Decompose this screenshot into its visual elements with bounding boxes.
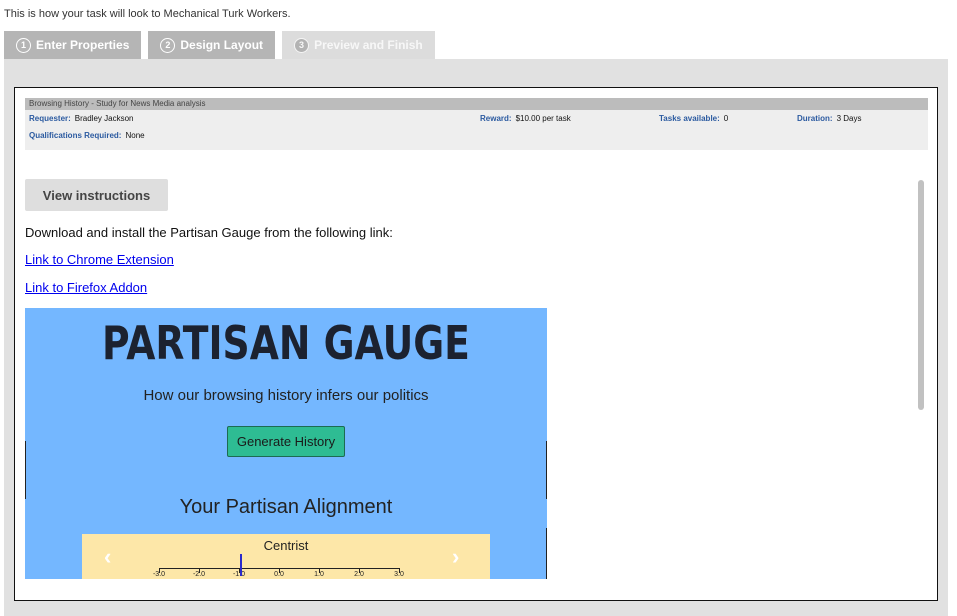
hit-content: View instructions Download and install t… (25, 179, 918, 579)
step-number-3: 3 (294, 37, 310, 53)
tasks-label: Tasks available: (659, 114, 720, 123)
hit-meta: Requester: Bradley Jackson Reward: $10.00 … (25, 110, 928, 150)
duration: Duration: 3 Days (797, 114, 861, 123)
step-label: Preview and Finish (314, 38, 423, 52)
step-number-1: 1 (16, 37, 31, 53)
partisan-gauge-image: PARTISAN GAUGE How our browsing history … (25, 308, 547, 579)
scrollbar-thumb[interactable] (918, 180, 924, 410)
chevron-left-icon: ‹ (104, 544, 112, 569)
gauge-tick-label: -2.0 (192, 571, 206, 578)
download-text: Download and install the Partisan Gauge … (25, 225, 393, 240)
gauge-label: Centrist (263, 538, 309, 553)
hit-preview-frame: Browsing History - Study for News Media … (14, 87, 938, 601)
generate-history-button: Generate History (227, 426, 345, 457)
alignment-title: Your Partisan Alignment (179, 496, 393, 518)
hit-title: Browsing History - Study for News Media … (25, 98, 928, 110)
step-preview-and-finish[interactable]: 3 Preview and Finish (282, 31, 435, 59)
view-instructions-button[interactable]: View instructions (25, 179, 168, 211)
requester-label: Requester: (29, 114, 71, 123)
gauge-tick-label: 3.0 (394, 571, 404, 578)
gauge-tick-label: -1.0 (232, 571, 246, 578)
quals-value: None (125, 131, 145, 140)
reward-value: $10.00 per task (515, 114, 571, 123)
reward: Reward: $10.00 per task (480, 114, 571, 123)
preview-stage: Browsing History - Study for News Media … (4, 59, 948, 616)
gauge-tick-label: -3.0 (152, 571, 166, 578)
chrome-extension-link[interactable]: Link to Chrome Extension (25, 252, 174, 267)
gauge-marker (240, 554, 242, 576)
step-number-2: 2 (160, 37, 176, 53)
image-edge (546, 528, 547, 579)
step-design-layout[interactable]: 2 Design Layout (148, 31, 276, 59)
duration-value: 3 Days (836, 114, 862, 123)
duration-label: Duration: (797, 114, 833, 123)
gauge-tick-label: 2.0 (354, 571, 364, 578)
partisan-gauge-title: PARTISAN GAUGE (102, 316, 470, 370)
wizard-steps: 1 Enter Properties 2 Design Layout 3 Pre… (4, 31, 435, 59)
gauge-tick-label: 1.0 (314, 571, 324, 578)
partisan-gauge: Centrist ‹ › -3.0 -2.0 -1.0 0.0 1.0 2.0 3.0 (82, 534, 490, 579)
step-enter-properties[interactable]: 1 Enter Properties (4, 31, 142, 59)
firefox-addon-link[interactable]: Link to Firefox Addon (25, 280, 147, 295)
requester-value: Bradley Jackson (74, 114, 134, 123)
tasks-value: 0 (723, 114, 729, 123)
image-edge (25, 441, 26, 499)
qualifications: Qualifications Required: None (29, 131, 145, 140)
quals-label: Qualifications Required: (29, 131, 122, 140)
step-label: Enter Properties (36, 38, 130, 52)
intro-text: This is how your task will look to Mecha… (4, 8, 291, 20)
gauge-tick-label: 0.0 (274, 571, 284, 578)
tasks-available: Tasks available: 0 (659, 114, 728, 123)
chevron-right-icon: › (452, 544, 460, 569)
step-label: Design Layout (180, 38, 264, 52)
partisan-gauge-subtitle: How our browsing history infers our poli… (143, 387, 429, 404)
image-edge (546, 441, 547, 499)
reward-label: Reward: (480, 114, 512, 123)
content-scrollbar[interactable] (917, 180, 925, 580)
requester: Requester: Bradley Jackson (29, 114, 134, 123)
